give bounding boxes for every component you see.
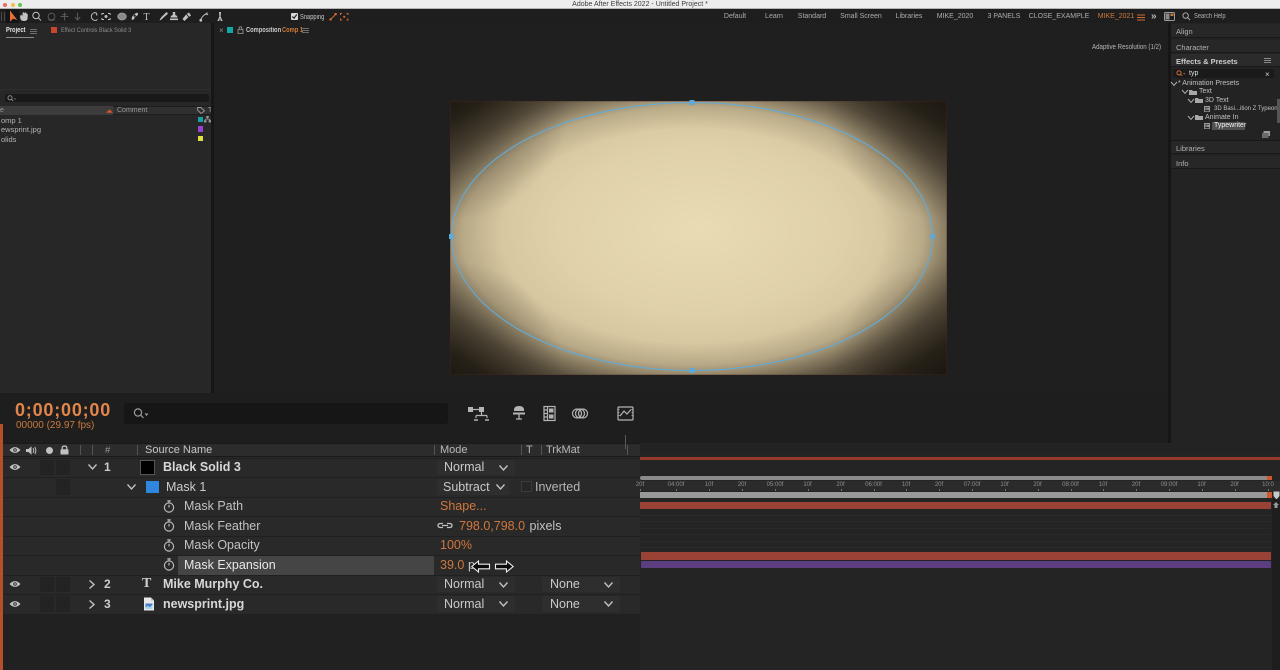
svg-text:T: T <box>143 12 149 23</box>
